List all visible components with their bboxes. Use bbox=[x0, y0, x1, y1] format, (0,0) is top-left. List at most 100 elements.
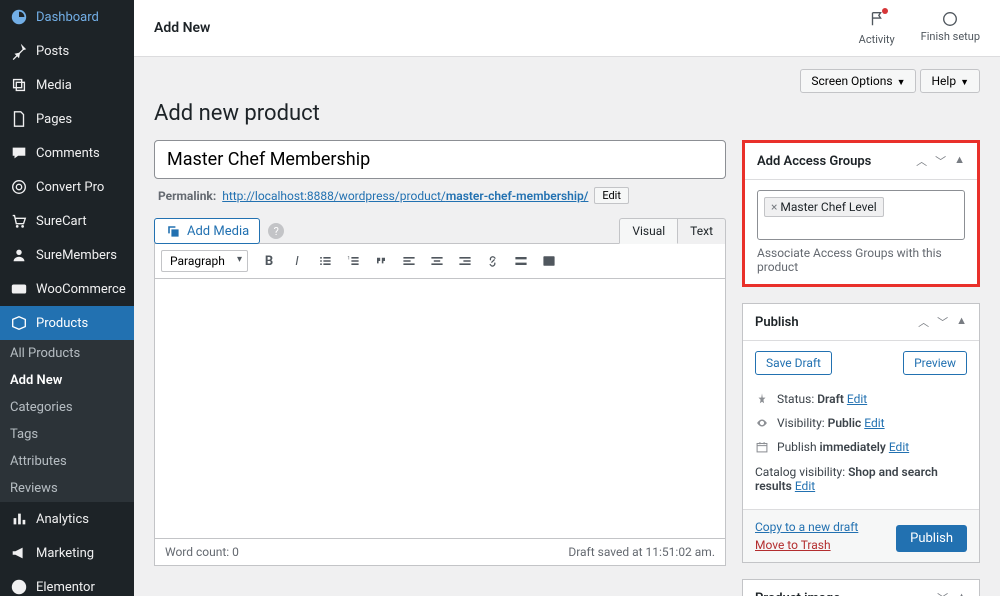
sidebar-item-elementor[interactable]: Elementor bbox=[0, 570, 134, 596]
publish-button[interactable]: Publish bbox=[896, 525, 967, 552]
sidebar-sub-categories[interactable]: Categories bbox=[0, 394, 134, 421]
sidebar-item-posts[interactable]: Posts bbox=[0, 34, 134, 68]
link-button[interactable] bbox=[480, 248, 506, 274]
move-down-icon[interactable]: ﹀ bbox=[937, 590, 948, 596]
edit-catalog-link[interactable]: Edit bbox=[795, 479, 815, 493]
toggle-icon[interactable]: ▲ bbox=[954, 153, 965, 169]
circle-icon bbox=[941, 10, 959, 28]
edit-visibility-link[interactable]: Edit bbox=[864, 416, 884, 430]
sidebar-item-pages[interactable]: Pages bbox=[0, 102, 134, 136]
sidebar-sub-tags[interactable]: Tags bbox=[0, 421, 134, 448]
visual-tab[interactable]: Visual bbox=[619, 218, 678, 244]
sidebar-item-media[interactable]: Media bbox=[0, 68, 134, 102]
help-button[interactable]: Help▼ bbox=[920, 69, 980, 93]
elementor-icon bbox=[10, 578, 28, 596]
finish-setup-button[interactable]: Finish setup bbox=[921, 10, 980, 46]
topbar-title: Add New bbox=[154, 20, 210, 36]
permalink-label: Permalink: bbox=[158, 189, 216, 203]
sidebar-sub-attributes[interactable]: Attributes bbox=[0, 448, 134, 475]
move-up-icon[interactable]: ︿ bbox=[918, 590, 929, 596]
ol-button[interactable]: 1 bbox=[340, 248, 366, 274]
access-groups-metabox: Add Access Groups ︿ ﹀ ▲ × Ma bbox=[742, 140, 980, 287]
activity-label: Activity bbox=[859, 33, 895, 46]
edit-status-link[interactable]: Edit bbox=[847, 392, 867, 406]
sidebar-label: WooCommerce bbox=[36, 282, 126, 297]
save-draft-button[interactable]: Save Draft bbox=[755, 351, 832, 375]
toggle-icon[interactable]: ▲ bbox=[956, 590, 967, 596]
screen-options-button[interactable]: Screen Options▼ bbox=[800, 69, 916, 93]
product-title-input[interactable] bbox=[154, 140, 726, 179]
move-trash-link[interactable]: Move to Trash bbox=[755, 538, 858, 552]
sidebar-item-products[interactable]: Products bbox=[0, 306, 134, 340]
remove-tag-icon[interactable]: × bbox=[771, 200, 777, 214]
move-up-icon[interactable]: ︿ bbox=[918, 314, 929, 330]
help-icon[interactable]: ? bbox=[268, 223, 284, 239]
sidebar-item-dashboard[interactable]: Dashboard bbox=[0, 0, 134, 34]
sidebar-label: Comments bbox=[36, 146, 100, 161]
editor-toolbar: Paragraph B I 1 bbox=[154, 243, 726, 279]
permalink-row: Permalink: http://localhost:8888/wordpre… bbox=[158, 187, 726, 204]
target-icon bbox=[10, 178, 28, 196]
access-groups-title: Add Access Groups bbox=[757, 154, 871, 169]
pin-icon bbox=[10, 42, 28, 60]
analytics-icon bbox=[10, 510, 28, 528]
sidebar-label: SureCart bbox=[36, 214, 87, 229]
products-icon bbox=[10, 314, 28, 332]
move-up-icon[interactable]: ︿ bbox=[916, 153, 927, 169]
italic-button[interactable]: I bbox=[284, 248, 310, 274]
sidebar-label: Analytics bbox=[36, 512, 89, 527]
sidebar-item-woocommerce[interactable]: WooCommerce bbox=[0, 272, 134, 306]
notification-dot bbox=[882, 8, 888, 14]
readmore-button[interactable] bbox=[508, 248, 534, 274]
sidebar-item-convertpro[interactable]: Convert Pro bbox=[0, 170, 134, 204]
quote-button[interactable] bbox=[368, 248, 394, 274]
toolbar-toggle-button[interactable] bbox=[536, 248, 562, 274]
permalink-link[interactable]: http://localhost:8888/wordpress/product/… bbox=[222, 189, 588, 203]
sidebar-sub-all-products[interactable]: All Products bbox=[0, 340, 134, 367]
edit-permalink-button[interactable]: Edit bbox=[594, 187, 629, 204]
sidebar-label: Convert Pro bbox=[36, 180, 104, 195]
finish-setup-label: Finish setup bbox=[921, 30, 980, 43]
woo-icon bbox=[10, 280, 28, 298]
activity-button[interactable]: Activity bbox=[859, 10, 895, 46]
bold-button[interactable]: B bbox=[256, 248, 282, 274]
sidebar-sub-reviews[interactable]: Reviews bbox=[0, 475, 134, 502]
preview-button[interactable]: Preview bbox=[903, 351, 967, 375]
product-image-title: Product image bbox=[755, 591, 840, 596]
align-left-button[interactable] bbox=[396, 248, 422, 274]
move-down-icon[interactable]: ﹀ bbox=[937, 314, 948, 330]
megaphone-icon bbox=[10, 544, 28, 562]
eye-icon bbox=[755, 416, 769, 430]
sidebar-item-marketing[interactable]: Marketing bbox=[0, 536, 134, 570]
align-center-button[interactable] bbox=[424, 248, 450, 274]
sidebar-sub-add-new[interactable]: Add New bbox=[0, 367, 134, 394]
sidebar-item-analytics[interactable]: Analytics bbox=[0, 502, 134, 536]
sidebar-item-comments[interactable]: Comments bbox=[0, 136, 134, 170]
media-icon bbox=[165, 223, 181, 239]
sidebar-submenu-products: All Products Add New Categories Tags Att… bbox=[0, 340, 134, 502]
dashboard-icon bbox=[10, 8, 28, 26]
align-right-button[interactable] bbox=[452, 248, 478, 274]
pin-icon bbox=[755, 392, 769, 406]
sidebar-item-suremembers[interactable]: SureMembers bbox=[0, 238, 134, 272]
sidebar-label: Media bbox=[36, 78, 72, 93]
editor-content[interactable] bbox=[154, 279, 726, 539]
page-icon bbox=[10, 110, 28, 128]
move-down-icon[interactable]: ﹀ bbox=[935, 153, 946, 169]
top-bar: Add New Activity Finish setup bbox=[134, 0, 1000, 57]
paragraph-select[interactable]: Paragraph bbox=[161, 250, 248, 272]
word-count: Word count: 0 bbox=[165, 545, 239, 559]
draft-saved: Draft saved at 11:51:02 am. bbox=[568, 545, 715, 559]
edit-publish-link[interactable]: Edit bbox=[889, 440, 909, 454]
add-media-button[interactable]: Add Media bbox=[154, 218, 260, 244]
access-groups-input[interactable]: × Master Chef Level bbox=[757, 190, 965, 240]
ul-button[interactable] bbox=[312, 248, 338, 274]
sidebar-label: Pages bbox=[36, 112, 72, 127]
toggle-icon[interactable]: ▲ bbox=[956, 314, 967, 330]
sidebar-item-surecart[interactable]: SureCart bbox=[0, 204, 134, 238]
copy-draft-link[interactable]: Copy to a new draft bbox=[755, 520, 858, 534]
media-icon bbox=[10, 76, 28, 94]
sidebar-label: Elementor bbox=[36, 580, 95, 595]
publish-title: Publish bbox=[755, 315, 799, 330]
text-tab[interactable]: Text bbox=[678, 218, 726, 244]
